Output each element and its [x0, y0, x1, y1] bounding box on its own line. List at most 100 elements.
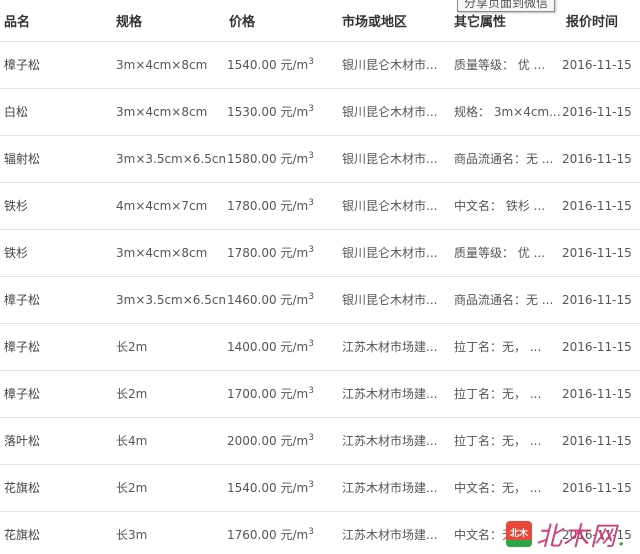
price-unit-exponent: 3: [308, 104, 314, 114]
product-spec: 长2m: [112, 370, 225, 418]
quote-date: 2016-11-15: [562, 135, 640, 183]
product-market[interactable]: 银川昆仑木材市...: [338, 229, 450, 277]
product-market[interactable]: 银川昆仑木材市...: [338, 41, 450, 89]
table-row[interactable]: 铁杉 3m×4cm×8cm 1780.00 元/m3 银川昆仑木材市... 质量等级： …: [0, 229, 640, 277]
column-header-spec[interactable]: 规格: [112, 0, 225, 42]
price-unit-prefix: 元/m: [280, 246, 309, 260]
product-attributes[interactable]: 质量等级： 优 ...: [450, 229, 562, 277]
column-header-name[interactable]: 品名: [0, 0, 112, 42]
price-value: 1780.00: [227, 246, 277, 260]
product-attributes[interactable]: 拉丁名：无， ...: [450, 370, 562, 418]
table-row[interactable]: 樟子松 3m×3.5cm×6.5cm 1460.00 元/m3 银川昆仑木材市... 商…: [0, 276, 640, 324]
product-attributes[interactable]: 商品流通名：无 ...: [450, 276, 562, 324]
quote-date: 2016-11-15: [562, 182, 640, 230]
price-value: 1580.00: [227, 152, 277, 166]
price-unit: 元/m3: [280, 527, 314, 543]
product-price: 1780.00 元/m3: [225, 229, 338, 277]
share-wechat-tooltip: 分享页面到微信: [457, 0, 556, 12]
watermark-brand: 北木网: [536, 521, 618, 552]
product-spec: 3m×3.5cm×6.5cm: [112, 276, 225, 324]
product-price: 1460.00 元/m3: [225, 276, 338, 324]
table-row[interactable]: 花旗松 长2m 1540.00 元/m3 江苏木材市场建... 中文名：无， ... 20…: [0, 464, 640, 512]
product-name: 樟子松: [0, 276, 112, 324]
product-name: 樟子松: [0, 370, 112, 418]
product-attributes[interactable]: 中文名：无， ...: [450, 464, 562, 512]
price-unit-exponent: 3: [308, 198, 314, 208]
table-row[interactable]: 辐射松 3m×3.5cm×6.5cm 1580.00 元/m3 银川昆仑木材市... 商…: [0, 135, 640, 183]
column-header-date[interactable]: 报价时间: [562, 0, 640, 42]
price-value: 2000.00: [227, 434, 277, 448]
price-value: 1760.00: [227, 528, 277, 542]
product-spec: 3m×4cm×8cm: [112, 229, 225, 277]
table-row[interactable]: 樟子松 长2m 1400.00 元/m3 江苏木材市场建... 拉丁名：无， ... 20…: [0, 323, 640, 371]
product-attributes[interactable]: 拉丁名：无， ...: [450, 323, 562, 371]
table-row[interactable]: 樟子松 长2m 1700.00 元/m3 江苏木材市场建... 拉丁名：无， ... 20…: [0, 370, 640, 418]
product-attributes[interactable]: 质量等级： 优 ...: [450, 41, 562, 89]
product-attributes[interactable]: 拉丁名：无， ...: [450, 417, 562, 465]
price-unit-prefix: 元/m: [280, 293, 309, 307]
price-unit: 元/m3: [280, 104, 314, 120]
price-unit: 元/m3: [280, 480, 314, 496]
table-row[interactable]: 白松 3m×4cm×8cm 1530.00 元/m3 银川昆仑木材市... 规格： 3m…: [0, 88, 640, 136]
product-market[interactable]: 银川昆仑木材市...: [338, 182, 450, 230]
product-market[interactable]: 银川昆仑木材市...: [338, 135, 450, 183]
price-unit-exponent: 3: [308, 151, 314, 161]
price-unit-prefix: 元/m: [280, 434, 309, 448]
product-spec: 长4m: [112, 417, 225, 465]
price-unit: 元/m3: [280, 151, 314, 167]
quote-date: 2016-11-15: [562, 41, 640, 89]
product-price: 1400.00 元/m3: [225, 323, 338, 371]
price-unit-exponent: 3: [308, 57, 314, 67]
table-row[interactable]: 落叶松 长4m 2000.00 元/m3 江苏木材市场建... 拉丁名：无， ... 20…: [0, 417, 640, 465]
quote-date: 2016-11-15: [562, 229, 640, 277]
product-market[interactable]: 江苏木材市场建...: [338, 511, 450, 554]
product-market[interactable]: 银川昆仑木材市...: [338, 88, 450, 136]
product-price: 1540.00 元/m3: [225, 41, 338, 89]
product-attributes[interactable]: 规格： 3m×4cm...: [450, 88, 562, 136]
column-header-market[interactable]: 市场或地区: [338, 0, 450, 42]
product-attributes[interactable]: 中文名： 铁杉 ...: [450, 182, 562, 230]
watermark-logo-text: 北木网.: [536, 516, 626, 553]
quote-date: 2016-11-15: [562, 370, 640, 418]
price-unit: 元/m3: [280, 340, 313, 355]
price-unit-prefix: 元/m: [280, 340, 309, 354]
price-unit: 元/m3: [280, 245, 314, 261]
price-unit-prefix: 元/m: [280, 58, 309, 72]
product-market[interactable]: 江苏木材市场建...: [338, 464, 450, 512]
price-list-page: 品名 规格 价格 市场或地区 其它属性 报价时间 樟子松 3m×4cm×8cm 15…: [0, 0, 640, 554]
price-unit-exponent: 3: [308, 527, 314, 537]
price-unit-prefix: 元/m: [280, 528, 309, 542]
product-market[interactable]: 江苏木材市场建...: [338, 323, 450, 371]
product-attributes[interactable]: 商品流通名：无 ...: [450, 135, 562, 183]
quote-date: 2016-11-15: [562, 323, 640, 371]
product-market[interactable]: 银川昆仑木材市...: [338, 276, 450, 324]
product-price: 2000.00 元/m3: [225, 417, 338, 465]
price-unit-prefix: 元/m: [280, 199, 309, 213]
table-row[interactable]: 樟子松 3m×4cm×8cm 1540.00 元/m3 银川昆仑木材市... 质量等级：…: [0, 41, 640, 89]
quote-date: 2016-11-15: [562, 276, 640, 324]
price-unit-prefix: 元/m: [280, 387, 309, 401]
watermark-logo-badge: 北木: [506, 521, 532, 547]
price-unit-exponent: 3: [308, 292, 314, 302]
price-value: 1700.00: [227, 387, 277, 401]
price-value: 1530.00: [227, 105, 277, 119]
product-market[interactable]: 江苏木材市场建...: [338, 370, 450, 418]
column-header-price[interactable]: 价格: [225, 0, 338, 42]
price-unit: 元/m3: [280, 434, 313, 449]
price-value: 1400.00: [227, 340, 277, 354]
product-market[interactable]: 江苏木材市场建...: [338, 417, 450, 465]
product-name: 花旗松: [0, 511, 112, 554]
quote-date: 2016-11-15: [562, 464, 640, 512]
price-table: 品名 规格 价格 市场或地区 其它属性 报价时间 樟子松 3m×4cm×8cm 15…: [0, 0, 640, 554]
price-unit-prefix: 元/m: [280, 152, 309, 166]
product-name: 樟子松: [0, 41, 112, 89]
price-unit-exponent: 3: [308, 245, 314, 255]
price-unit: 元/m3: [280, 292, 314, 308]
watermark-dot: .: [617, 521, 627, 552]
price-unit: 元/m3: [280, 57, 314, 73]
price-unit-exponent: 3: [308, 480, 314, 490]
table-row[interactable]: 铁杉 4m×4cm×7cm 1780.00 元/m3 银川昆仑木材市... 中文名： 铁…: [0, 182, 640, 230]
price-value: 1540.00: [227, 58, 277, 72]
product-name: 樟子松: [0, 323, 112, 371]
price-unit-exponent: 3: [308, 386, 314, 396]
